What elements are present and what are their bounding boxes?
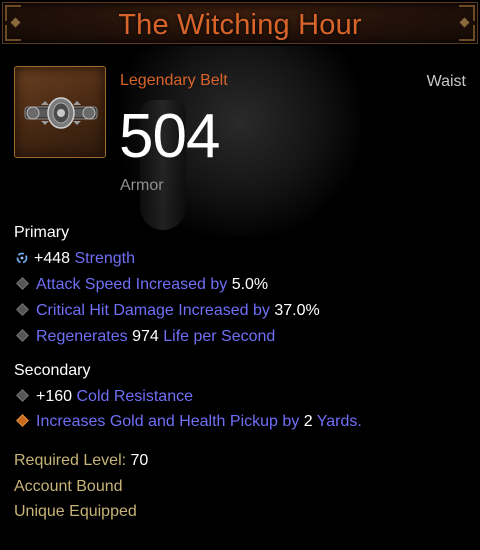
- gray-diamond-icon: [16, 277, 29, 290]
- armor-label: Armor: [120, 177, 164, 194]
- orange-diamond-icon: [16, 414, 29, 427]
- primary-section-label: Primary: [14, 224, 70, 241]
- primary-stat-life-regen: Regenerates 974 Life per Second: [14, 328, 275, 346]
- secondary-section-label: Secondary: [14, 362, 91, 379]
- item-slot: Waist: [426, 73, 466, 90]
- required-level: Required Level: 70: [14, 452, 149, 469]
- primary-stat-crit-damage: Critical Hit Damage Increased by 37.0%: [14, 302, 320, 320]
- gray-diamond-icon: [16, 329, 29, 342]
- tooltip-body: Legendary Belt Waist 504 Armor Primary +…: [0, 46, 480, 550]
- swirl-icon: [16, 252, 28, 264]
- secondary-stat-pickup-radius: Increases Gold and Health Pickup by 2 Ya…: [14, 413, 362, 431]
- item-type: Legendary Belt: [120, 72, 228, 89]
- primary-stat-attack-speed: Attack Speed Increased by 5.0%: [14, 276, 268, 294]
- item-icon-frame: [14, 66, 106, 158]
- armor-value: 504: [119, 102, 220, 171]
- belt-icon: [24, 97, 98, 129]
- gray-diamond-icon: [16, 389, 29, 402]
- secondary-stat-cold-resistance: +160 Cold Resistance: [14, 388, 193, 406]
- gray-diamond-icon: [16, 303, 29, 316]
- primary-stat-strength: +448 Strength: [14, 250, 135, 268]
- account-bound-label: Account Bound: [14, 478, 123, 495]
- item-title-bar: The Witching Hour: [2, 2, 478, 44]
- item-name: The Witching Hour: [118, 9, 362, 41]
- unique-equipped-label: Unique Equipped: [14, 503, 137, 520]
